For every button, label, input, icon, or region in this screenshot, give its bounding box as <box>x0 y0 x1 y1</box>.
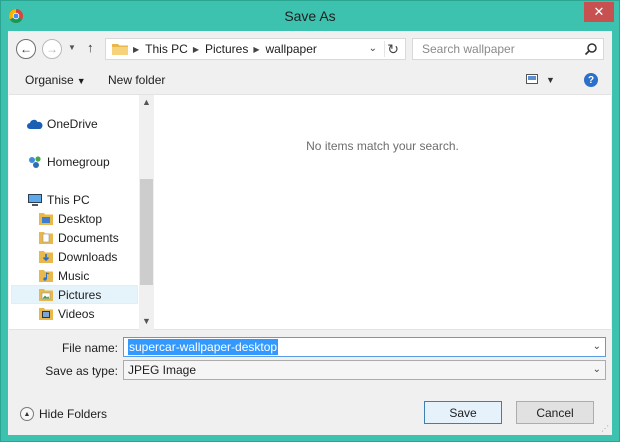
title-bar[interactable]: Save As ✕ <box>1 1 619 31</box>
breadcrumb-chevron-icon: ▶ <box>253 44 260 54</box>
nav-item-this-pc[interactable]: This PC <box>27 190 153 209</box>
scroll-up-arrow-icon[interactable]: ▲ <box>139 97 154 107</box>
recent-locations-chevron-icon[interactable]: ▼ <box>68 43 76 52</box>
address-dropdown-chevron-icon[interactable]: ⌄ <box>369 43 377 54</box>
chevron-down-icon[interactable]: ⌄ <box>593 341 601 352</box>
chevron-down-icon: ▼ <box>76 76 86 86</box>
nav-label: OneDrive <box>47 116 98 131</box>
new-folder-button[interactable]: New folder <box>108 73 165 87</box>
file-name-label: File name: <box>61 341 118 355</box>
hide-folders-button[interactable]: ▲ Hide Folders <box>20 407 107 421</box>
scrollbar-thumb[interactable] <box>140 179 153 285</box>
save-as-dialog: Save As ✕ ← → ▼ ↑ ▶ This PC ▶ Pictures ▶… <box>0 0 620 442</box>
save-type-label: Save as type: <box>45 364 118 378</box>
downloads-folder-icon <box>38 250 54 264</box>
cloud-icon <box>27 117 43 131</box>
cancel-button[interactable]: Cancel <box>516 401 594 424</box>
breadcrumb-this-pc[interactable]: This PC <box>145 42 188 56</box>
nav-label: Documents <box>58 230 119 245</box>
file-list-area[interactable]: No items match your search. <box>154 95 611 330</box>
file-name-combobox[interactable]: supercar-wallpaper-desktop ⌄ <box>123 337 606 357</box>
forward-button[interactable]: → <box>42 39 62 59</box>
pictures-folder-icon <box>38 288 54 302</box>
nav-label: This PC <box>47 192 90 207</box>
save-type-select[interactable]: JPEG Image ⌄ <box>123 360 606 380</box>
nav-label: Downloads <box>58 249 118 264</box>
nav-item-documents[interactable]: Documents <box>38 228 137 247</box>
nav-item-pictures[interactable]: Pictures <box>11 285 138 304</box>
breadcrumb-chevron-icon: ▶ <box>192 44 199 54</box>
nav-item-music[interactable]: Music <box>38 266 137 285</box>
nav-label: Pictures <box>58 287 102 302</box>
save-type-value: JPEG Image <box>128 363 197 377</box>
view-options-chevron-icon[interactable]: ▼ <box>546 75 555 85</box>
command-toolbar: Organise ▼ New folder ▼ ? <box>8 67 612 93</box>
dialog-client-area: ← → ▼ ↑ ▶ This PC ▶ Pictures ▶ wallpaper… <box>8 31 612 435</box>
desktop-folder-icon <box>38 212 54 226</box>
back-button[interactable]: ← <box>16 39 36 59</box>
address-divider <box>384 41 385 57</box>
nav-label: Videos <box>58 306 95 321</box>
organise-button[interactable]: Organise ▼ <box>25 73 86 87</box>
nav-item-onedrive[interactable]: OneDrive <box>27 114 153 133</box>
window-title: Save As <box>284 8 336 24</box>
search-input[interactable] <box>422 39 582 59</box>
nav-item-desktop[interactable]: Desktop <box>38 209 137 228</box>
help-icon[interactable]: ? <box>584 73 598 87</box>
chevron-down-icon[interactable]: ⌄ <box>593 364 601 375</box>
navigation-pane[interactable]: OneDrive Homegroup This PC Desktop Docum… <box>9 95 154 330</box>
breadcrumb-chevron-icon: ▶ <box>133 44 140 54</box>
breadcrumb-wallpaper[interactable]: wallpaper <box>266 42 317 56</box>
empty-folder-message: No items match your search. <box>306 139 459 153</box>
organise-label: Organise <box>25 73 74 87</box>
nav-item-homegroup[interactable]: Homegroup <box>27 152 153 171</box>
nav-label: Music <box>58 268 90 283</box>
folder-icon <box>112 44 128 55</box>
chevron-up-icon: ▲ <box>20 407 34 421</box>
file-name-input[interactable]: supercar-wallpaper-desktop <box>128 339 279 355</box>
computer-icon <box>27 193 43 207</box>
nav-label: Desktop <box>58 211 103 226</box>
close-button[interactable]: ✕ <box>584 2 614 22</box>
change-view-icon[interactable] <box>526 74 538 84</box>
search-box[interactable] <box>412 38 604 60</box>
music-folder-icon <box>38 269 54 283</box>
browser-panes: OneDrive Homegroup This PC Desktop Docum… <box>9 94 611 330</box>
hide-folders-label: Hide Folders <box>39 407 108 421</box>
nav-item-downloads[interactable]: Downloads <box>38 247 137 266</box>
videos-folder-icon <box>38 307 54 321</box>
scroll-down-arrow-icon[interactable]: ▼ <box>139 316 154 326</box>
resize-grip-icon[interactable]: ⋰ <box>601 424 609 433</box>
address-bar[interactable]: ▶ This PC ▶ Pictures ▶ wallpaper ⌄ ↻ <box>105 38 406 60</box>
homegroup-icon <box>27 155 43 169</box>
breadcrumb-pictures[interactable]: Pictures <box>205 42 248 56</box>
nav-label: Homegroup <box>47 154 110 169</box>
nav-pane-scrollbar[interactable]: ▲ ▼ <box>139 95 154 330</box>
documents-folder-icon <box>38 231 54 245</box>
save-button[interactable]: Save <box>424 401 502 424</box>
nav-item-videos[interactable]: Videos <box>38 304 137 323</box>
refresh-icon[interactable]: ↻ <box>387 41 399 58</box>
search-icon[interactable] <box>584 42 598 56</box>
up-arrow-icon[interactable]: ↑ <box>87 40 94 55</box>
